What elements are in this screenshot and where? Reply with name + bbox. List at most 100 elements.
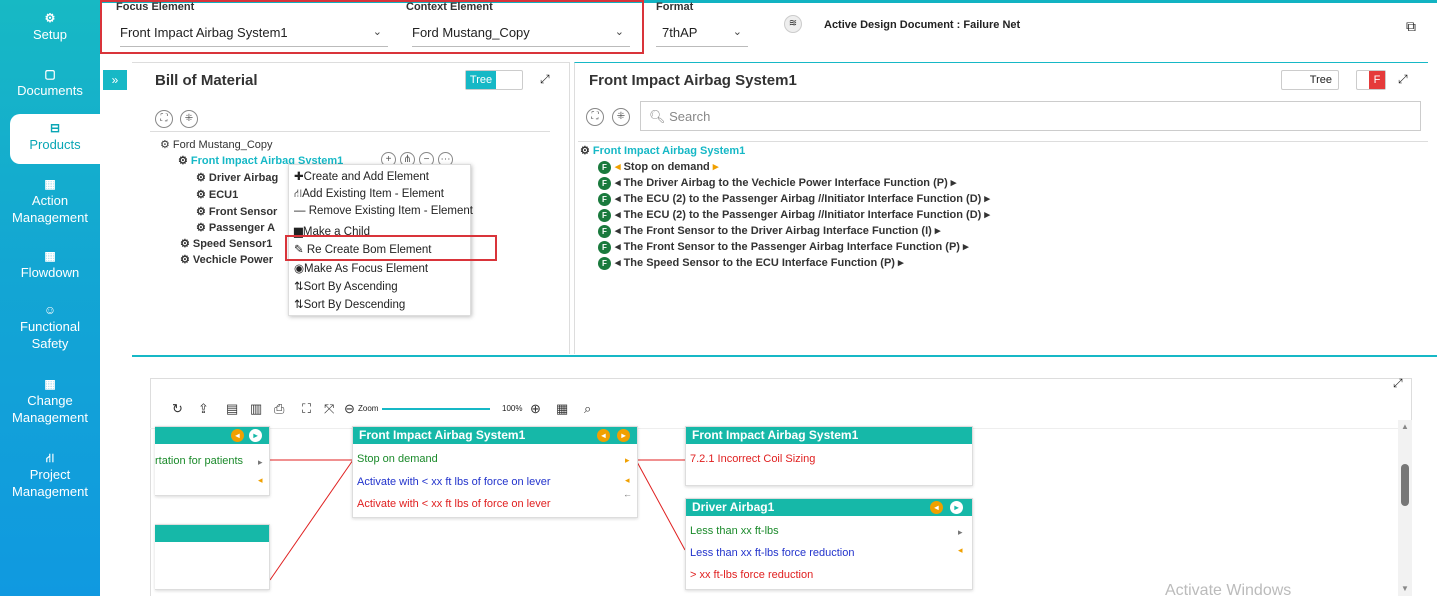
sidebar-item-flowdown[interactable]: ▦ Flowdown <box>0 248 100 281</box>
scroll-up-icon[interactable]: ▲ <box>1401 422 1409 431</box>
tree-node[interactable]: ⚙ Driver Airbag <box>196 171 278 184</box>
function-row[interactable]: F ◂ The ECU (2) to the Passenger Airbag /… <box>598 192 990 206</box>
net-row[interactable]: rtation for patients <box>155 455 243 467</box>
sidebar-item-products[interactable]: ⊟ Products <box>10 114 100 164</box>
zoom-label: Zoom <box>358 404 379 413</box>
grid-icon[interactable]: ▦ <box>556 401 568 417</box>
tree-node[interactable]: ⚙ Passenger A <box>196 221 275 234</box>
menu-item-create[interactable]: ✚Create and Add Element <box>294 169 429 183</box>
expand-icon[interactable]: ⤢ <box>1393 376 1403 391</box>
function-row[interactable]: F ◂ The ECU (2) to the Passenger Airbag /… <box>598 208 990 222</box>
net-row[interactable]: > xx ft-lbs force reduction <box>690 569 813 581</box>
sidebar-item-label: Documents <box>17 83 83 98</box>
chevron-left-icon[interactable]: ◂ <box>597 429 610 442</box>
function-row[interactable]: F ◂ The Driver Airbag to the Vechicle Pow… <box>598 176 956 190</box>
function-badge-icon: F <box>598 225 611 238</box>
format-value: 7thAP <box>662 25 698 40</box>
sidebar-item-project-management[interactable]: ⛙ Project Management <box>0 450 100 500</box>
collapse-all-icon[interactable]: ⁜ <box>612 108 630 126</box>
expand-all-icon[interactable]: ⛶ <box>155 110 173 128</box>
scroll-down-icon[interactable]: ▼ <box>1401 584 1409 593</box>
fullscreen-icon[interactable]: ⤧ <box>324 401 334 417</box>
fit-icon[interactable]: ⛶ <box>302 401 311 417</box>
window-icon[interactable]: ⧉ <box>1406 18 1416 35</box>
gears-icon: ⚙ <box>196 172 206 184</box>
menu-item-sort-asc[interactable]: ⇅Sort By Ascending <box>294 279 398 293</box>
section-divider <box>132 355 1437 357</box>
chevron-left-icon[interactable]: ◂ <box>231 429 244 442</box>
gears-icon: ⚙ <box>44 11 56 25</box>
menu-item-make-focus[interactable]: ◉Make As Focus Element <box>294 261 428 275</box>
gears-icon: ⚙ <box>196 222 206 234</box>
net-node-center[interactable]: Front Impact Airbag System1 ◂ ▸ Stop on … <box>352 426 638 518</box>
chevron-right-icon[interactable]: ▸ <box>950 501 963 514</box>
net-node-left[interactable]: ◂ ▸ rtation for patients ▸ ◂ <box>155 426 270 496</box>
net-node-right-bottom[interactable]: Driver Airbag1 ◂ ▸ Less than xx ft-lbs L… <box>685 498 973 590</box>
sidebar-item-documents[interactable]: ▢ Documents <box>0 66 100 99</box>
expand-all-icon[interactable]: ⛶ <box>586 108 604 126</box>
menu-item-add-existing[interactable]: ⛙Add Existing Item - Element <box>294 187 444 202</box>
function-row[interactable]: F ◂ The Speed Sensor to the ECU Interface… <box>598 256 904 270</box>
zoom-out-icon[interactable]: ⊖ <box>344 401 355 417</box>
toggle-label: Tree <box>466 71 496 89</box>
tree-node[interactable]: ⚙ ECU1 <box>196 188 238 201</box>
tree-root[interactable]: ⚙ Ford Mustang_Copy <box>160 138 273 151</box>
menu-item-sort-desc[interactable]: ⇅Sort By Descending <box>294 297 405 311</box>
gear-icon: ⚙ <box>180 238 190 250</box>
bom-tree-toggle[interactable]: Tree <box>465 70 523 90</box>
zoom-search-icon[interactable]: ⌕ <box>584 401 591 417</box>
format-select[interactable]: 7thAP ⌄ <box>656 17 748 47</box>
function-badge-icon: F <box>598 177 611 190</box>
sidebar-item-functional-safety[interactable]: ☺ Functional Safety <box>0 302 100 352</box>
print-icon[interactable]: ⎙ <box>274 401 284 417</box>
layers-icon[interactable]: ≋ <box>784 15 802 33</box>
functions-tree-toggle[interactable]: Tree <box>1281 70 1339 90</box>
gears-icon: ⚙ <box>580 145 590 157</box>
zoom-in-icon[interactable]: ⊕ <box>530 401 541 417</box>
net-row[interactable]: Activate with < xx ft lbs of force on le… <box>357 476 551 488</box>
expand-icon[interactable]: ⤢ <box>1398 72 1408 87</box>
safety-icon: ☺ <box>43 303 57 317</box>
menu-item-remove-existing[interactable]: — Remove Existing Item - Element <box>294 205 473 217</box>
net-row[interactable]: 7.2.1 Incorrect Coil Sizing <box>690 453 815 465</box>
expand-panel-icon[interactable]: » <box>103 70 127 90</box>
net-row[interactable]: Less than xx ft-lbs force reduction <box>690 547 854 559</box>
divider <box>578 141 1428 142</box>
upload-icon[interactable]: ⇪ <box>198 401 209 417</box>
sidebar-item-setup[interactable]: ⚙ Setup <box>0 10 100 43</box>
search-input[interactable]: 🔍︎ Search <box>640 101 1421 131</box>
net-row[interactable]: Activate with < xx ft lbs of force on le… <box>357 498 551 510</box>
refresh-icon[interactable]: ↻ <box>172 401 183 417</box>
net-node-left-2[interactable] <box>155 524 270 590</box>
gears-icon: ⚙ <box>178 155 188 167</box>
functions-f-toggle[interactable]: F <box>1356 70 1386 90</box>
export-icon[interactable]: ▤ <box>226 401 238 417</box>
arrow-left-icon: ◂ <box>625 475 630 485</box>
function-row[interactable]: F ◂ Stop on demand ▸ <box>598 160 718 174</box>
chevron-right-icon[interactable]: ▸ <box>617 429 630 442</box>
tree-node[interactable]: ⚙ Speed Sensor1 <box>180 237 272 250</box>
chevron-left-icon[interactable]: ◂ <box>930 501 943 514</box>
function-row[interactable]: F ◂ The Front Sensor to the Passenger Air… <box>598 240 969 254</box>
zoom-slider[interactable] <box>382 408 490 410</box>
tree-node[interactable]: ⚙ Vechicle Power <box>180 253 273 266</box>
collapse-all-icon[interactable]: ⁜ <box>180 110 198 128</box>
sidebar-item-label: Flowdown <box>20 265 80 280</box>
sidebar-item-label: Project Management <box>12 467 88 499</box>
active-design-document: Active Design Document : Failure Net <box>824 19 1021 31</box>
highlight-box <box>285 235 497 261</box>
chevron-right-icon[interactable]: ▸ <box>249 429 262 442</box>
export-png-icon[interactable]: ▥ <box>250 401 262 417</box>
sidebar-item-action-management[interactable]: ▦ Action Management <box>0 176 100 226</box>
sidebar-item-change-management[interactable]: ▦ Change Management <box>0 376 100 426</box>
function-row[interactable]: F ◂ The Front Sensor to the Driver Airbag… <box>598 224 940 238</box>
scrollbar-thumb[interactable] <box>1401 464 1409 506</box>
net-row[interactable]: Stop on demand <box>357 453 438 465</box>
vertical-scrollbar[interactable]: ▲ ▼ <box>1398 420 1412 596</box>
functions-root[interactable]: ⚙ Front Impact Airbag System1 <box>580 144 745 157</box>
net-node-right-top[interactable]: Front Impact Airbag System1 7.2.1 Incorr… <box>685 426 973 486</box>
net-row[interactable]: Less than xx ft-lbs <box>690 525 779 537</box>
expand-icon[interactable]: ⤢ <box>540 72 550 87</box>
function-badge-icon: F <box>598 257 611 270</box>
tree-node[interactable]: ⚙ Front Sensor <box>196 205 277 218</box>
